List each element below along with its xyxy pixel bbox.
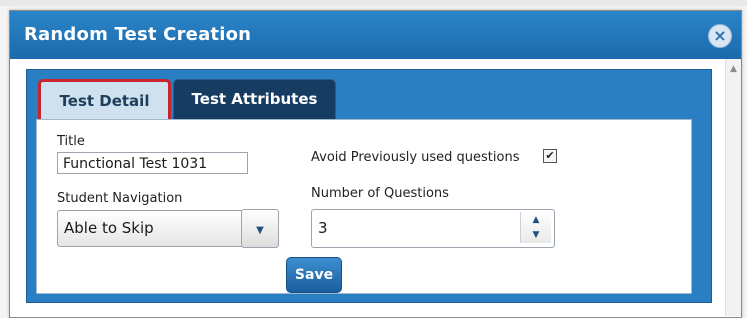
title-label: Title — [57, 134, 85, 149]
number-of-questions-stepper[interactable]: 3 ▲ ▼ — [311, 209, 555, 248]
avoid-previous-label: Avoid Previously used questions — [311, 150, 520, 165]
stepper-buttons: ▲ ▼ — [520, 212, 551, 243]
test-detail-panel: Title Functional Test 1031 Avoid Previou… — [36, 119, 692, 294]
number-of-questions-label: Number of Questions — [311, 186, 449, 201]
student-navigation-value: Able to Skip — [64, 219, 154, 237]
vertical-scrollbar[interactable]: ▲ — [725, 59, 741, 316]
tab-test-detail[interactable]: Test Detail — [38, 79, 171, 121]
spin-down-icon[interactable]: ▼ — [521, 228, 551, 243]
avoid-previous-checkbox[interactable]: ✔ — [543, 149, 557, 163]
random-test-dialog: Random Test Creation × ▲ Test Detail Tes… — [9, 10, 742, 318]
title-input[interactable]: Functional Test 1031 — [57, 152, 248, 174]
tab-container: Test Detail Test Attributes Title Functi… — [26, 69, 712, 303]
dialog-titlebar: Random Test Creation × — [10, 11, 741, 59]
scroll-up-icon[interactable]: ▲ — [726, 63, 741, 75]
student-navigation-label: Student Navigation — [57, 191, 183, 206]
spin-up-icon[interactable]: ▲ — [521, 213, 551, 228]
close-button[interactable]: × — [708, 24, 732, 48]
number-of-questions-value: 3 — [318, 219, 328, 237]
chevron-down-icon: ▼ — [256, 225, 264, 236]
tab-test-attributes[interactable]: Test Attributes — [173, 79, 336, 120]
close-icon: × — [713, 26, 727, 45]
student-navigation-dropdown-button[interactable]: ▼ — [241, 209, 279, 248]
background-strip — [0, 0, 747, 6]
dialog-title: Random Test Creation — [24, 24, 252, 45]
save-button[interactable]: Save — [286, 257, 342, 293]
checkmark-icon: ✔ — [545, 149, 555, 162]
